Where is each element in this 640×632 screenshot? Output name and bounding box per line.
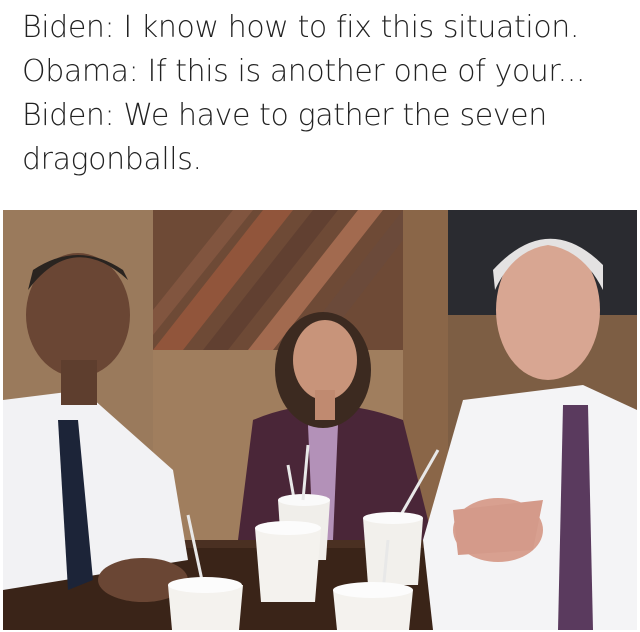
meme-photo (3, 210, 637, 630)
caption-line-4: dragonballs. (22, 142, 202, 177)
caption-line-2: Obama: If this is another one of your... (22, 54, 585, 89)
caption-line-1: Biden: I know how to fix this situation. (22, 10, 580, 45)
caption-line-3: Biden: We have to gather the seven (22, 98, 547, 133)
meme-caption: Biden: I know how to fix this situation.… (22, 6, 632, 182)
photo-illustration (3, 210, 637, 630)
